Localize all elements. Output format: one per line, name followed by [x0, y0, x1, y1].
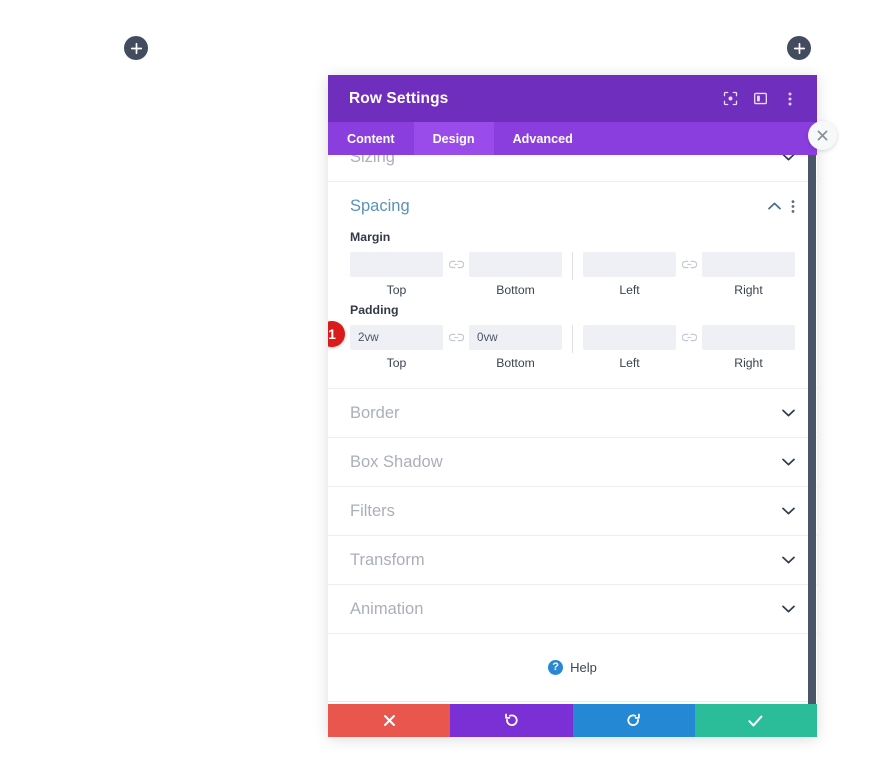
section-transform[interactable]: Transform [328, 536, 817, 585]
field-divider [572, 252, 573, 280]
padding-right-label: Right [734, 356, 763, 370]
broken-link-icon[interactable] [676, 325, 702, 350]
padding-row: 1 Top [328, 321, 795, 370]
add-section-button-left[interactable] [124, 36, 148, 60]
section-title-sizing: Sizing [350, 155, 395, 166]
help-button[interactable]: ? Help [328, 634, 817, 702]
question-mark-icon: ? [548, 660, 564, 675]
section-header-spacing[interactable]: Spacing [350, 182, 795, 230]
section-title-box-shadow: Box Shadow [350, 452, 443, 471]
modal-header: Row Settings [328, 75, 817, 122]
margin-right-input[interactable] [702, 252, 795, 277]
section-title-spacing: Spacing [350, 196, 410, 215]
chevron-down-icon[interactable] [782, 605, 795, 613]
focus-icon[interactable] [717, 86, 743, 112]
undo-arrow-icon [504, 713, 519, 728]
section-sizing[interactable]: Sizing [328, 155, 817, 182]
redo-button[interactable] [572, 704, 695, 737]
margin-left-label: Left [619, 283, 640, 297]
more-vertical-icon[interactable] [791, 199, 795, 214]
margin-bottom-input[interactable] [469, 252, 562, 277]
padding-left-label: Left [619, 356, 640, 370]
margin-left-input[interactable] [583, 252, 676, 277]
margin-top-input[interactable] [350, 252, 443, 277]
section-title-filters: Filters [350, 501, 395, 520]
margin-top-cell: Top [350, 252, 443, 297]
status-badge: 1 [328, 321, 345, 347]
margin-top-label: Top [386, 283, 407, 297]
margin-bottom-label: Bottom [496, 283, 535, 297]
section-filters[interactable]: Filters [328, 487, 817, 536]
broken-link-icon[interactable] [676, 252, 702, 277]
chevron-down-icon[interactable] [782, 507, 795, 515]
help-label: Help [570, 660, 597, 675]
section-title-animation: Animation [350, 599, 424, 618]
chevron-down-icon[interactable] [782, 409, 795, 417]
padding-top-input[interactable] [350, 325, 443, 350]
padding-right-input[interactable] [702, 325, 795, 350]
modal-scroll-body: Sizing Spacing Margin Top Bottom Left Ri… [328, 155, 817, 704]
scrollbar-thumb[interactable] [808, 155, 816, 704]
more-vertical-icon[interactable] [777, 86, 803, 112]
padding-bottom-label: Bottom [496, 356, 535, 370]
margin-right-cell: Right [702, 252, 795, 297]
add-section-button-right[interactable] [787, 36, 811, 60]
margin-row: Top Bottom Left Right [350, 252, 795, 297]
chevron-down-icon[interactable] [782, 556, 795, 564]
cancel-button[interactable] [328, 704, 451, 737]
tab-design[interactable]: Design [413, 122, 494, 155]
redo-arrow-icon [626, 713, 641, 728]
plus-icon [793, 42, 805, 54]
field-divider [572, 325, 573, 353]
builder-canvas: Row Settings Content Design Advanced Siz… [0, 0, 880, 780]
section-title-border: Border [350, 403, 400, 422]
row-settings-modal: Row Settings Content Design Advanced Siz… [328, 75, 817, 737]
save-button[interactable] [694, 704, 817, 737]
padding-left-cell: Left [583, 325, 676, 370]
undo-button[interactable] [450, 704, 573, 737]
chevron-up-icon[interactable] [768, 202, 781, 210]
section-spacing: Spacing Margin Top Bottom Left Right Pad… [328, 182, 817, 389]
layout-split-icon[interactable] [747, 86, 773, 112]
margin-left-cell: Left [583, 252, 676, 297]
section-border[interactable]: Border [328, 389, 817, 438]
padding-top-label: Top [386, 356, 407, 370]
padding-bottom-cell: Bottom [469, 325, 562, 370]
broken-link-icon[interactable] [443, 325, 469, 350]
margin-label: Margin [350, 230, 391, 244]
chevron-down-icon[interactable] [782, 458, 795, 466]
tab-advanced[interactable]: Advanced [494, 122, 592, 155]
modal-tab-bar: Content Design Advanced [328, 122, 817, 155]
section-box-shadow[interactable]: Box Shadow [328, 438, 817, 487]
section-title-transform: Transform [350, 550, 425, 569]
padding-left-input[interactable] [583, 325, 676, 350]
margin-right-label: Right [734, 283, 763, 297]
modal-footer [328, 704, 817, 737]
checkmark-icon [748, 715, 763, 727]
tab-content[interactable]: Content [328, 122, 414, 155]
page-title: Row Settings [349, 89, 449, 107]
plus-icon [130, 42, 142, 54]
padding-bottom-input[interactable] [469, 325, 562, 350]
section-animation[interactable]: Animation [328, 585, 817, 634]
broken-link-icon[interactable] [443, 252, 469, 277]
chevron-down-icon[interactable] [782, 155, 795, 161]
padding-field-group: Padding 1 Top [328, 303, 795, 388]
padding-top-cell: Top [350, 325, 443, 370]
scrollbar[interactable] [807, 155, 817, 704]
close-x-icon [383, 714, 396, 727]
padding-label: Padding [350, 303, 399, 317]
margin-field-group: Margin Top Bottom Left Right [350, 230, 795, 303]
margin-bottom-cell: Bottom [469, 252, 562, 297]
padding-right-cell: Right [702, 325, 795, 370]
close-circle-icon[interactable] [808, 121, 837, 150]
